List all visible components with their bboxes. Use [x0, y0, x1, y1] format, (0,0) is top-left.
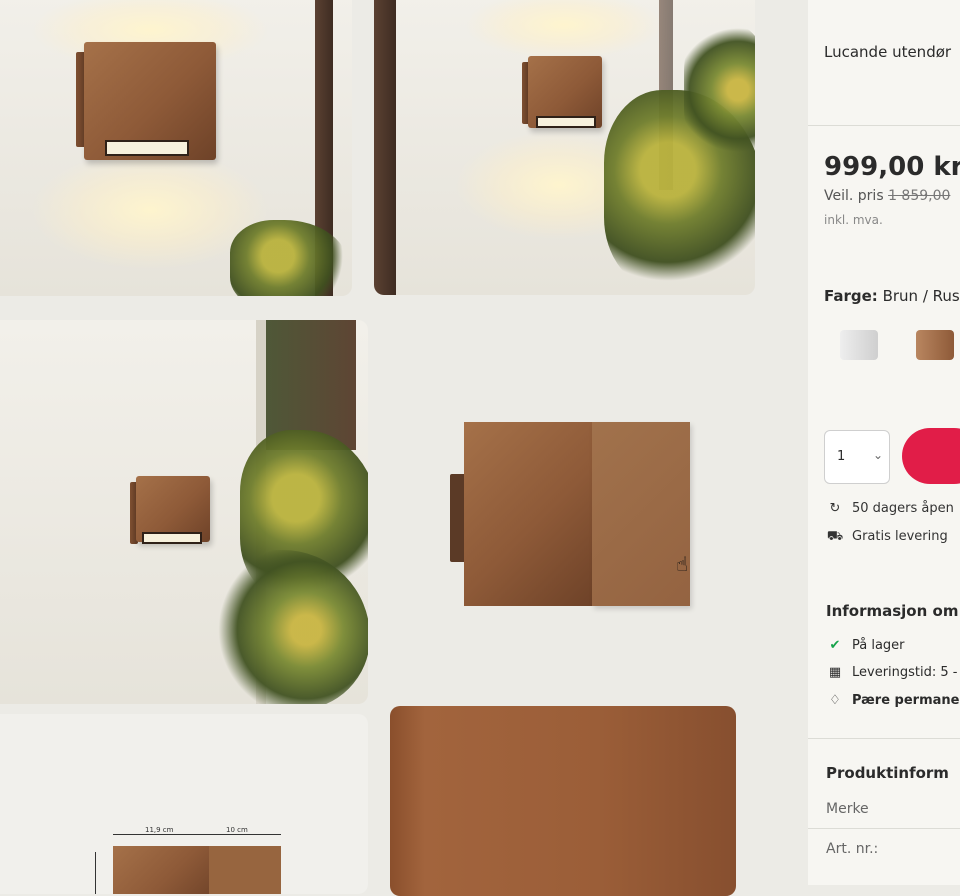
add-to-cart-button[interactable]: [902, 428, 960, 484]
return-arrow-icon: ↻: [829, 501, 841, 516]
color-swatch-brown[interactable]: [916, 330, 954, 360]
stock-status-text: På lager: [852, 638, 905, 653]
calendar-icon: ▦: [828, 665, 842, 680]
gallery-image-4[interactable]: [380, 320, 780, 700]
divider: [808, 125, 960, 126]
divider: [808, 828, 960, 829]
product-gallery: 11,9 cm 10 cm ☝: [0, 0, 790, 896]
color-label: Farge:: [824, 287, 878, 305]
gallery-image-2[interactable]: [374, 0, 755, 295]
hand-cursor-icon: ☝: [676, 552, 689, 576]
recommended-price-label: Veil. pris: [824, 188, 884, 204]
benefit-return-text: 50 dagers åpen: [852, 501, 954, 516]
stock-status: ✔ På lager: [826, 638, 905, 653]
gallery-image-3[interactable]: [0, 320, 368, 704]
bulb-info: ♢ Pære permane: [826, 693, 959, 708]
delivery-time-text: Leveringstid: 5 -: [852, 665, 958, 680]
recommended-price-value: 1 859,00: [888, 188, 951, 204]
recommended-price: Veil. pris 1 859,00: [824, 188, 950, 204]
gallery-image-5[interactable]: 11,9 cm 10 cm: [0, 714, 368, 894]
gallery-image-1[interactable]: [0, 0, 352, 296]
information-heading: Informasjon om: [826, 602, 959, 620]
vat-note: inkl. mva.: [824, 213, 883, 227]
chevron-down-icon: ⌄: [873, 448, 884, 462]
gallery-image-6[interactable]: [390, 706, 736, 896]
benefit-shipping-text: Gratis levering: [852, 529, 948, 544]
color-value: Brun / Rus: [882, 287, 960, 305]
product-price: 999,00 kr: [824, 152, 960, 182]
spec-brand-label: Merke: [826, 801, 869, 817]
delivery-time: ▦ Leveringstid: 5 -: [826, 665, 958, 680]
check-circle-icon: ✔: [829, 638, 841, 653]
quantity-value: 1: [837, 449, 846, 464]
spec-article-number-label: Art. nr.:: [826, 841, 879, 857]
dimension-depth-label: 10 cm: [226, 826, 248, 834]
benefit-return: ↻ 50 dagers åpen: [826, 501, 954, 516]
product-title: Lucande utendør: [824, 43, 952, 61]
product-info-heading: Produktinform: [826, 764, 949, 782]
color-selection-label: Farge: Brun / Rus: [824, 287, 960, 305]
dimension-width-label: 11,9 cm: [145, 826, 174, 834]
benefit-shipping: ⛟ Gratis levering: [826, 529, 948, 546]
truck-icon: ⛟: [826, 529, 844, 544]
color-swatch-grey[interactable]: [840, 330, 878, 360]
lightbulb-icon: ♢: [829, 693, 841, 708]
bulb-info-text: Pære permane: [852, 693, 960, 708]
quantity-select[interactable]: 1 ⌄: [824, 430, 890, 484]
divider: [808, 738, 960, 739]
